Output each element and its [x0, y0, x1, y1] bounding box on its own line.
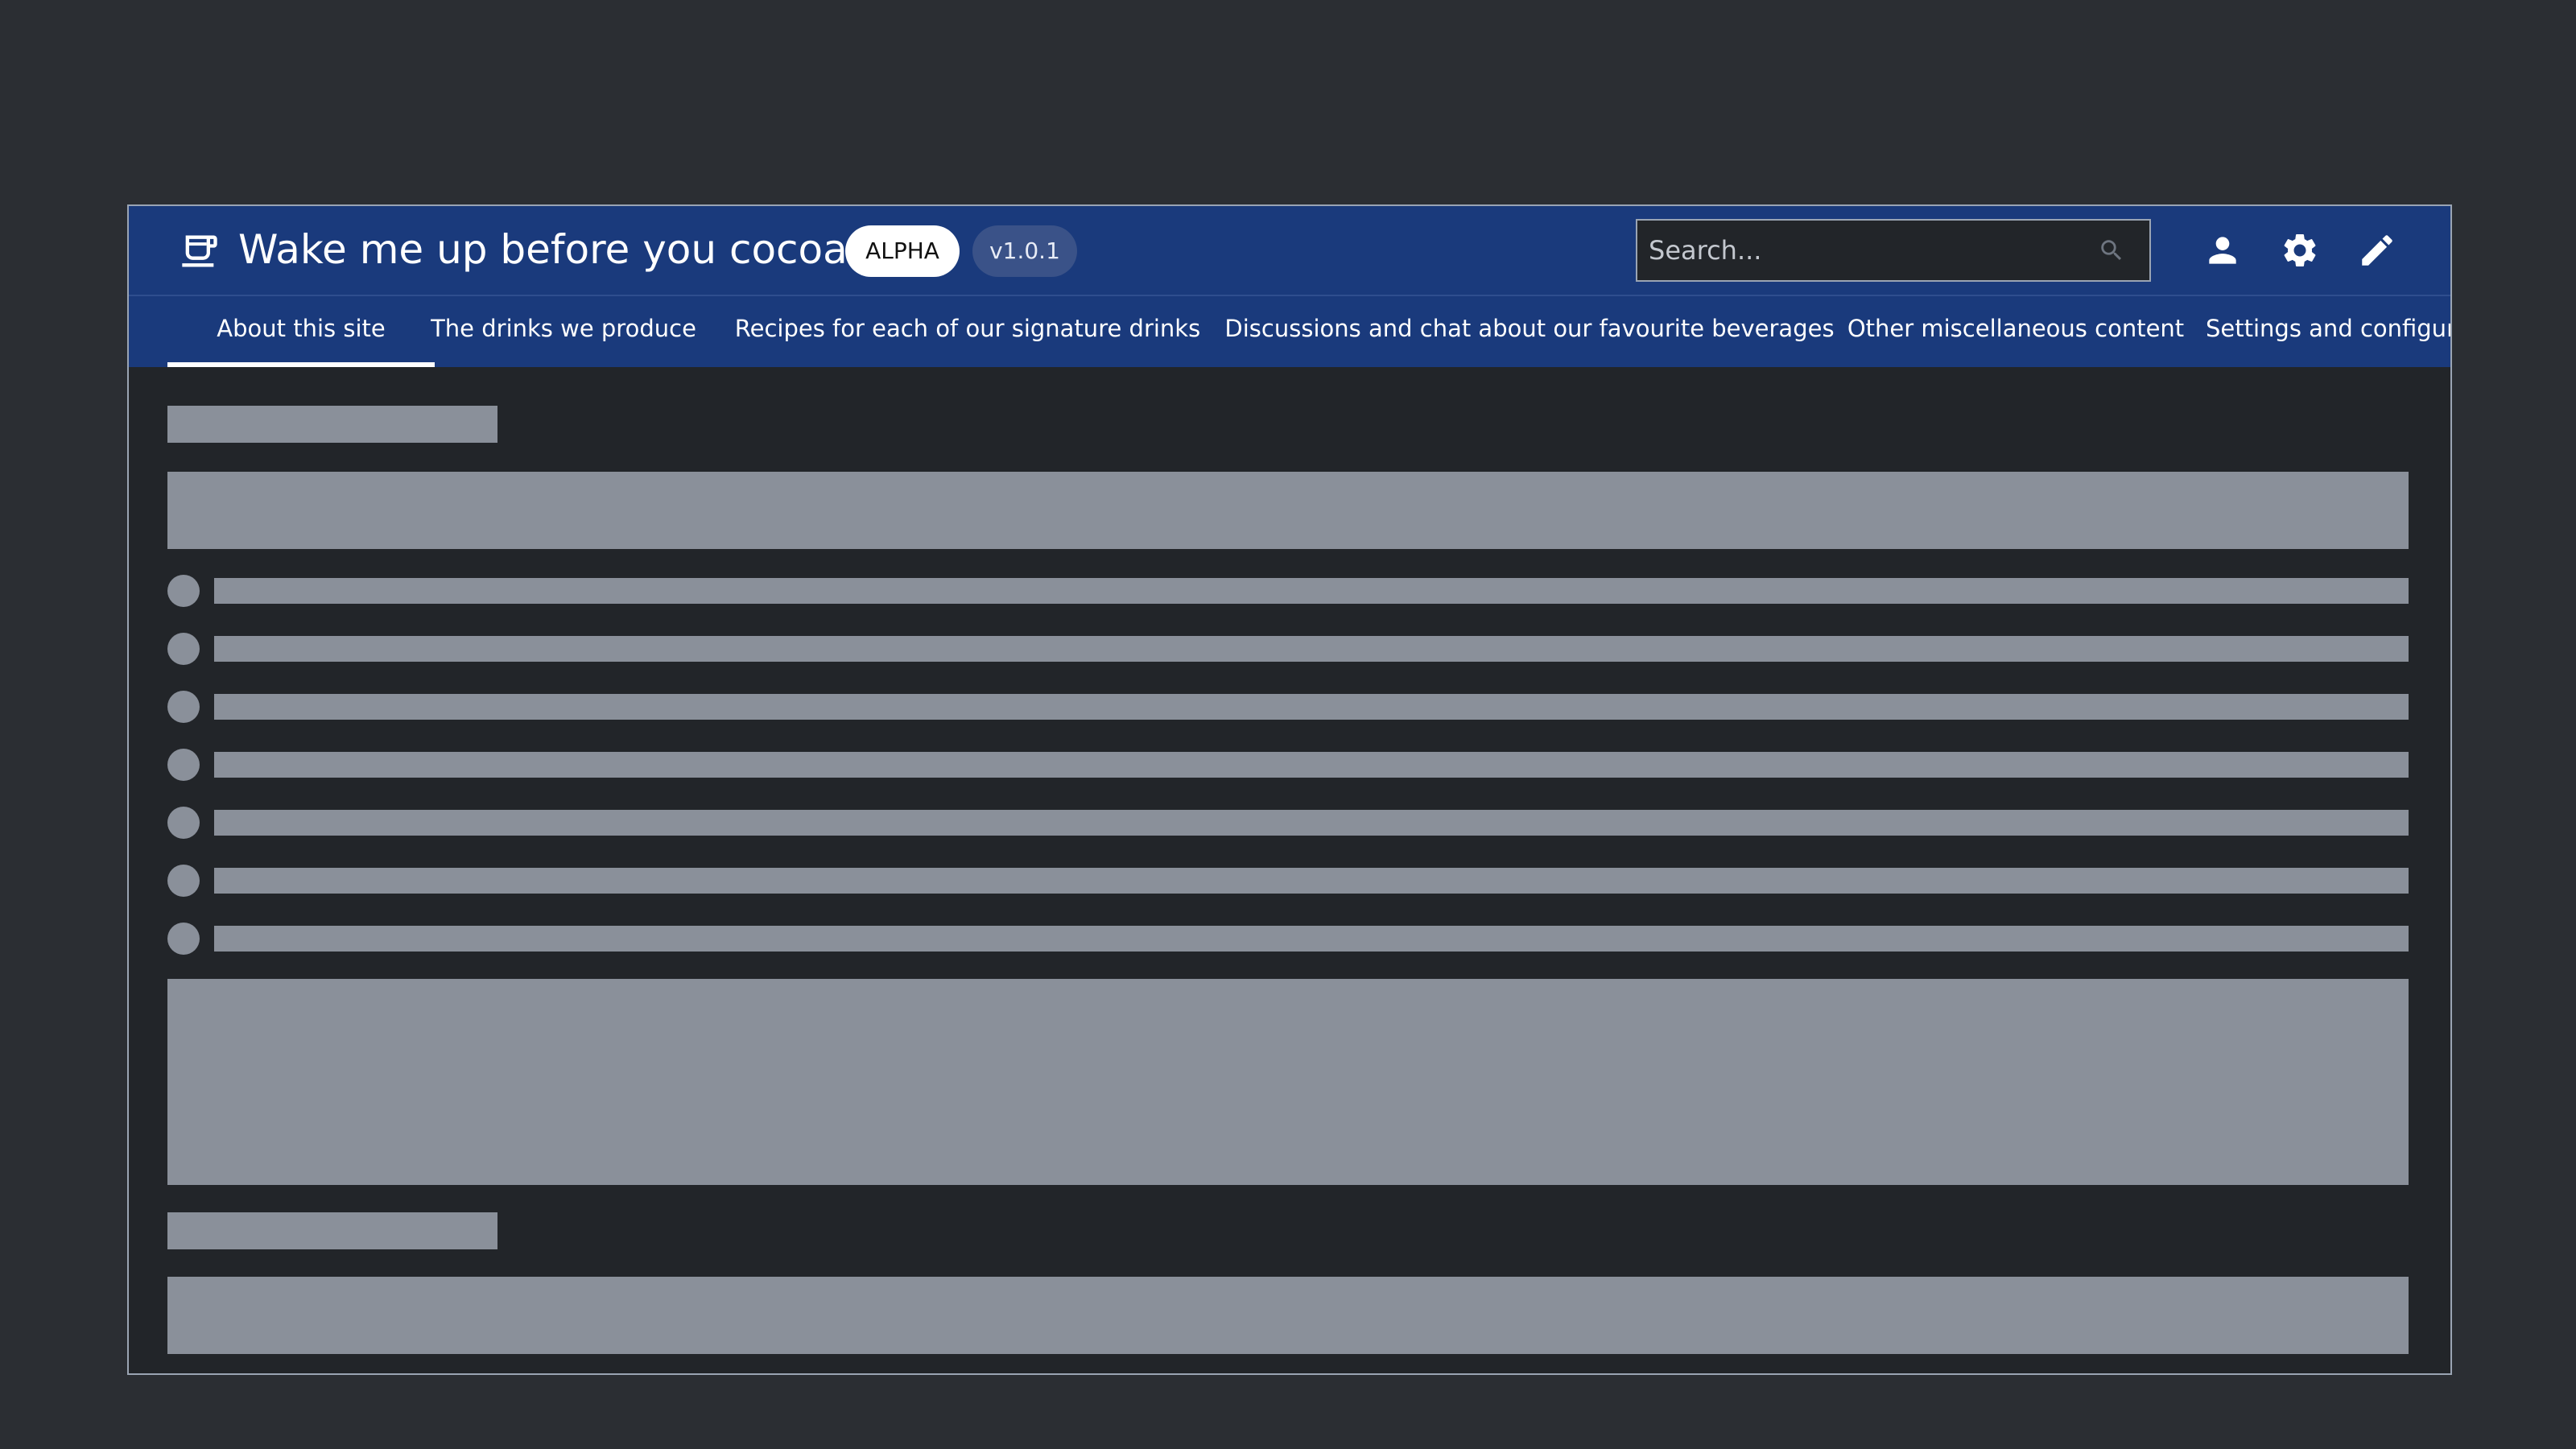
alpha-badge: ALPHA — [845, 225, 960, 277]
tab-discussions[interactable]: Discussions and chat about our favourite… — [1216, 296, 1843, 367]
search-input[interactable] — [1637, 221, 2088, 280]
skeleton-block — [167, 472, 2409, 549]
skeleton-heading — [167, 1212, 497, 1249]
skeleton-bullet — [167, 575, 200, 607]
gear-icon[interactable] — [2280, 230, 2320, 270]
skeleton-heading — [167, 406, 497, 443]
tab-drinks[interactable]: The drinks we produce — [407, 296, 720, 367]
skeleton-bullet — [167, 923, 200, 955]
skeleton-line — [214, 926, 2409, 952]
skeleton-bullet — [167, 749, 200, 781]
app-window: Wake me up before you cocoa ALPHA v1.0.1… — [127, 204, 2452, 1375]
skeleton-bullet — [167, 633, 200, 665]
pencil-icon[interactable] — [2357, 230, 2397, 270]
skeleton-line — [214, 636, 2409, 662]
skeleton-block — [167, 1277, 2409, 1354]
search-box — [1636, 219, 2151, 282]
search-icon[interactable] — [2098, 237, 2125, 264]
user-icon[interactable] — [2202, 230, 2243, 270]
main-nav: About this site The drinks we produce Re… — [129, 295, 2450, 367]
skeleton-line — [214, 868, 2409, 894]
skeleton-line — [214, 810, 2409, 836]
skeleton-image — [167, 979, 2409, 1185]
skeleton-line — [214, 694, 2409, 720]
tab-misc[interactable]: Other miscellaneous content — [1829, 296, 2202, 367]
skeleton-bullet — [167, 691, 200, 723]
skeleton-line — [214, 752, 2409, 778]
skeleton-bullet — [167, 865, 200, 897]
tab-about[interactable]: About this site — [167, 296, 435, 367]
coffee-cup-icon — [182, 235, 217, 267]
skeleton-line — [214, 578, 2409, 604]
app-title[interactable]: Wake me up before you cocoa — [238, 225, 848, 274]
app-header: Wake me up before you cocoa ALPHA v1.0.1 — [129, 206, 2450, 295]
tab-settings[interactable]: Settings and configuration — [2206, 296, 2450, 367]
version-badge: v1.0.1 — [972, 225, 1077, 277]
skeleton-bullet — [167, 807, 200, 839]
tab-recipes[interactable]: Recipes for each of our signature drinks — [707, 296, 1228, 367]
